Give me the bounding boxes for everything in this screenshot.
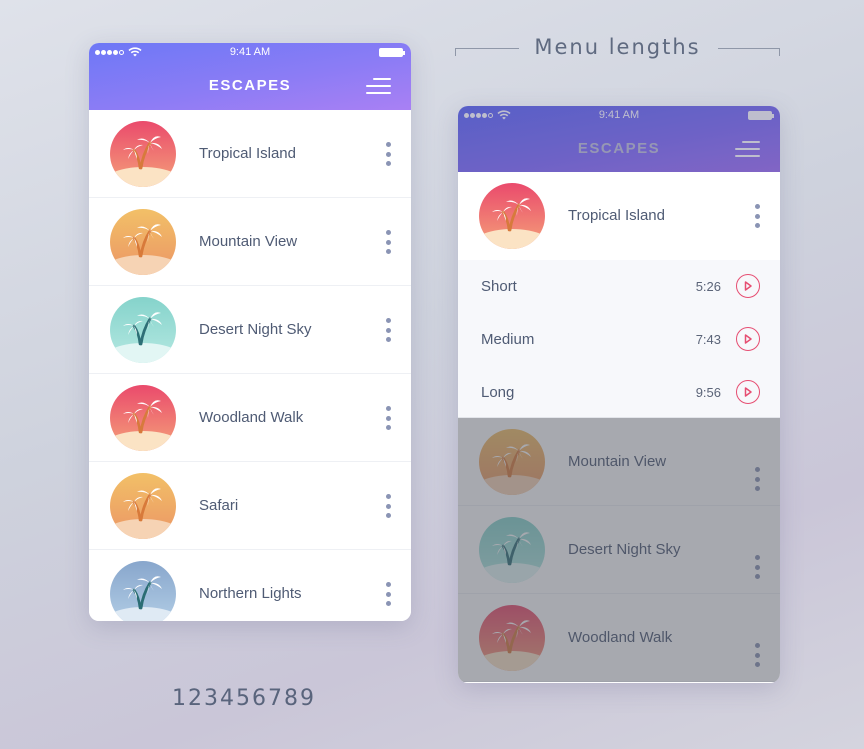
length-label: Long	[481, 384, 515, 401]
escape-title: Tropical Island	[568, 207, 665, 224]
escape-title: Safari	[199, 497, 239, 514]
more-options-icon[interactable]	[385, 230, 391, 254]
more-options-icon[interactable]	[754, 555, 760, 579]
escape-title: Desert Night Sky	[568, 541, 681, 558]
escape-thumbnail	[479, 605, 545, 671]
app-title: ESCAPES	[208, 77, 292, 94]
dimmed-list: Mountain View Desert Night Sky Woodland …	[458, 418, 780, 682]
more-options-icon[interactable]	[385, 582, 391, 606]
length-option[interactable]: Long 9:56	[458, 366, 780, 419]
length-duration: 5:26	[695, 279, 721, 294]
escape-thumbnail	[110, 121, 176, 187]
palm-tree-icon	[479, 183, 545, 249]
escape-thumbnail	[479, 429, 545, 495]
length-option[interactable]: Medium 7:43	[458, 313, 780, 366]
dimmed-list-item[interactable]: Desert Night Sky	[458, 506, 780, 594]
escapes-list: Tropical Island Mountain View Desert Nig…	[89, 110, 411, 621]
escapes-list-screen: 9:41 AM ESCAPES Tropical Island Mountain…	[89, 43, 411, 621]
hamburger-menu-icon[interactable]	[366, 78, 391, 94]
escape-title: Northern Lights	[199, 585, 302, 602]
more-options-icon[interactable]	[385, 318, 391, 342]
length-duration: 7:43	[695, 332, 721, 347]
app-title: ESCAPES	[577, 140, 661, 157]
escape-thumbnail	[110, 473, 176, 539]
escape-thumbnail	[110, 561, 176, 621]
length-duration: 9:56	[695, 385, 721, 400]
list-item[interactable]: Tropical Island	[89, 110, 411, 198]
palm-tree-icon	[479, 429, 545, 495]
length-option[interactable]: Short 5:26	[458, 260, 780, 313]
palm-tree-icon	[479, 517, 545, 583]
palm-tree-icon	[110, 561, 176, 621]
palm-tree-icon	[110, 121, 176, 187]
menu-lengths-screen: 9:41 AM ESCAPES Tropical Island Short 5:…	[458, 106, 780, 683]
escape-title: Woodland Walk	[568, 629, 673, 646]
number-sample: 123456789	[172, 686, 316, 711]
app-header-dimmed: 9:41 AM ESCAPES	[458, 106, 780, 172]
battery-icon	[748, 111, 774, 120]
escape-thumbnail	[110, 209, 176, 275]
palm-tree-icon	[110, 209, 176, 275]
escape-title: Woodland Walk	[199, 409, 304, 426]
list-item[interactable]: Safari	[89, 462, 411, 550]
status-time: 9:41 AM	[598, 109, 640, 121]
list-item[interactable]: Northern Lights	[89, 550, 411, 621]
palm-tree-icon	[479, 605, 545, 671]
escape-title: Desert Night Sky	[199, 321, 312, 338]
selected-list-item[interactable]: Tropical Island	[458, 172, 780, 260]
list-item[interactable]: Woodland Walk	[89, 374, 411, 462]
app-header: 9:41 AM ESCAPES	[89, 43, 411, 110]
escape-title: Tropical Island	[199, 145, 296, 162]
escape-title: Mountain View	[199, 233, 298, 250]
escape-thumbnail	[110, 385, 176, 451]
dimmed-list-item[interactable]: Mountain View	[458, 418, 780, 506]
battery-icon	[379, 48, 405, 57]
list-item[interactable]: Desert Night Sky	[89, 286, 411, 374]
play-button[interactable]	[736, 327, 760, 351]
palm-tree-icon	[110, 297, 176, 363]
play-icon	[744, 334, 752, 344]
escape-thumbnail	[479, 517, 545, 583]
more-options-icon[interactable]	[385, 142, 391, 166]
escape-thumbnail	[110, 297, 176, 363]
play-icon	[744, 387, 752, 397]
length-options: Short 5:26 Medium 7:43 Long 9:56	[458, 260, 780, 418]
section-heading-text: Menu lengths	[534, 35, 701, 59]
more-options-icon[interactable]	[754, 467, 760, 491]
escape-title: Mountain View	[568, 453, 667, 470]
play-icon	[744, 281, 752, 291]
more-options-icon[interactable]	[754, 204, 760, 228]
palm-tree-icon	[110, 473, 176, 539]
section-heading: Menu lengths	[455, 35, 780, 63]
status-bar: 9:41 AM	[458, 106, 780, 126]
more-options-icon[interactable]	[385, 406, 391, 430]
status-time: 9:41 AM	[229, 46, 271, 58]
list-item[interactable]: Mountain View	[89, 198, 411, 286]
dimmed-list-item[interactable]: Woodland Walk	[458, 594, 780, 682]
hamburger-menu-icon[interactable]	[735, 141, 760, 157]
palm-tree-icon	[110, 385, 176, 451]
heading-rule-right	[718, 48, 780, 56]
more-options-icon[interactable]	[385, 494, 391, 518]
play-button[interactable]	[736, 380, 760, 404]
length-label: Short	[481, 278, 517, 295]
status-bar: 9:41 AM	[89, 43, 411, 63]
escape-thumbnail	[479, 183, 545, 249]
more-options-icon[interactable]	[754, 643, 760, 667]
length-label: Medium	[481, 331, 535, 348]
play-button[interactable]	[736, 274, 760, 298]
